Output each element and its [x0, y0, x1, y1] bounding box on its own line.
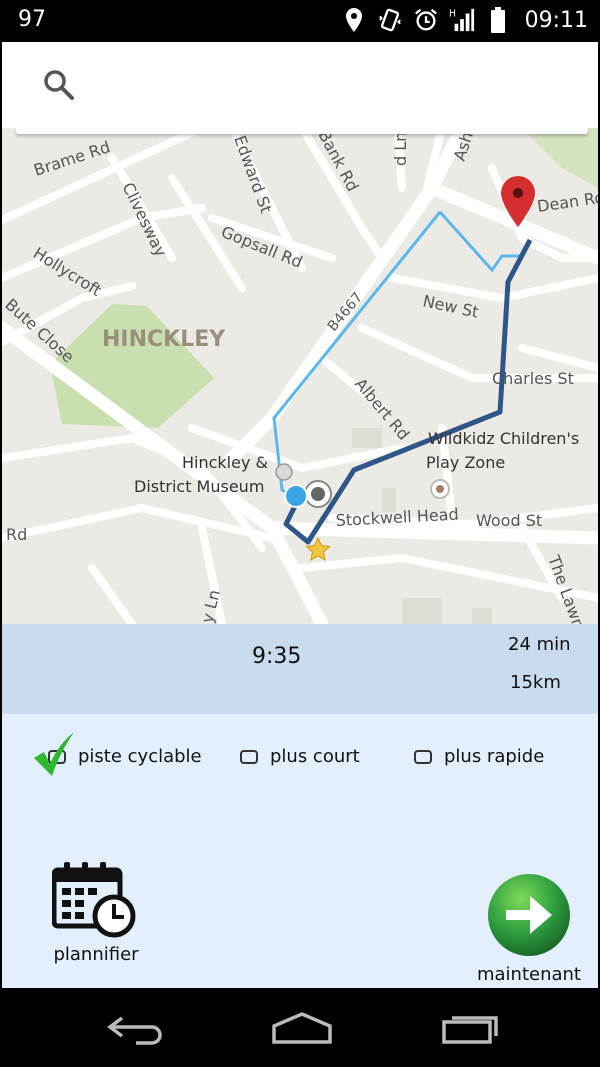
map-label: Rd — [6, 525, 27, 544]
battery-level-text: 97 — [18, 7, 46, 32]
calendar-clock-icon — [52, 862, 136, 938]
arrival-time: 9:35 — [252, 644, 302, 669]
home-icon[interactable] — [270, 1010, 334, 1046]
status-bar: 97 H 09:11 — [2, 0, 598, 42]
green-area-top-right — [522, 128, 598, 188]
schedule-button[interactable]: plannifier — [46, 860, 146, 965]
bike-path-label: piste cyclable — [78, 746, 202, 767]
trip-duration: 24 min — [508, 634, 571, 655]
map-label: d Ln — [391, 132, 410, 166]
schedule-label: plannifier — [53, 944, 139, 965]
map-label: Clivesway — [118, 179, 170, 259]
back-icon[interactable] — [106, 1010, 166, 1046]
trip-distance: 15km — [510, 672, 561, 693]
arrow-right-icon[interactable] — [486, 872, 572, 958]
map-canvas[interactable]: Brame Rd Edward St Bank Rd d Ln Ash Dean… — [2, 128, 598, 624]
signal-icon: H — [449, 8, 474, 32]
current-location-icon — [284, 484, 308, 508]
map-label: HINCKLEY — [102, 327, 226, 352]
map-label: Wood St — [476, 511, 542, 530]
recent-apps-icon[interactable] — [440, 1010, 502, 1046]
svg-text:H: H — [449, 8, 456, 19]
museum-poi-icon — [275, 463, 293, 481]
fastest-checkbox[interactable] — [414, 749, 432, 764]
map-label: Charles St — [492, 369, 574, 388]
map-label: Wildkidz Children's — [428, 429, 579, 448]
search-bar[interactable] — [2, 42, 598, 128]
search-icon[interactable] — [42, 68, 76, 102]
go-now-button[interactable]: maintenant — [464, 872, 594, 985]
app-frame: 97 H 09:11 Brame Rd Edward St Bank Rd d … — [2, 0, 598, 1067]
fastest-label: plus rapide — [444, 746, 545, 767]
option-fastest[interactable]: plus rapide — [414, 746, 544, 767]
park-area — [50, 304, 214, 428]
option-shortest[interactable]: plus court — [240, 746, 360, 767]
shortest-label: plus court — [270, 746, 360, 767]
map-label: Hinckley & — [182, 453, 268, 472]
map-label: Dean Ro — [536, 188, 598, 216]
map-label: District Museum — [134, 477, 264, 496]
checkmark-icon — [34, 732, 74, 776]
system-nav-bar — [2, 988, 598, 1067]
map-label: Edward St — [230, 133, 276, 216]
trip-info-bar: 9:35 24 min 15km — [2, 624, 598, 714]
map-view[interactable]: Brame Rd Edward St Bank Rd d Ln Ash Dean… — [2, 128, 598, 624]
battery-icon — [490, 7, 505, 33]
clock: 09:11 — [524, 7, 588, 33]
alarm-icon — [414, 8, 437, 31]
map-label: Play Zone — [426, 453, 505, 472]
location-icon — [345, 8, 362, 32]
now-label: maintenant — [476, 964, 581, 985]
vibrate-icon — [378, 8, 401, 32]
shortest-checkbox[interactable] — [240, 749, 258, 764]
search-card-shadow — [16, 128, 588, 134]
route-options-panel: piste cyclable plus court plus rapide pl… — [2, 714, 598, 988]
